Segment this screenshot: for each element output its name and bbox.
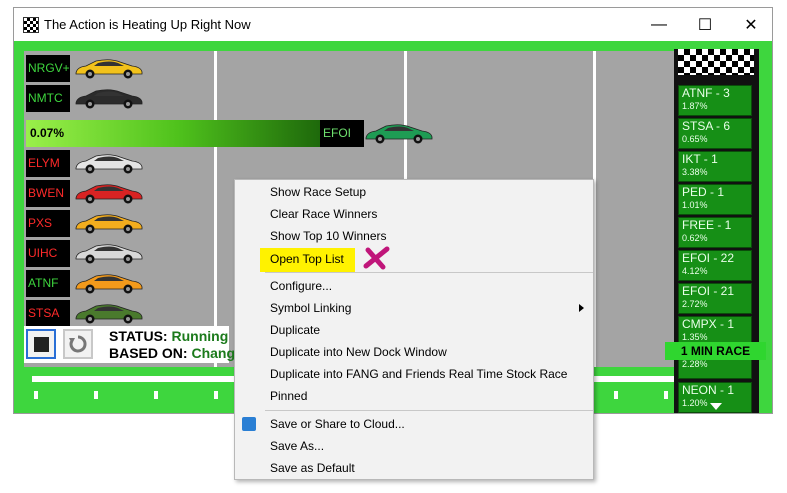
leader-symbol[interactable]: EFOI: [320, 120, 364, 147]
winner-cell[interactable]: PED - 1 1.01%: [678, 184, 752, 215]
status-value: Running: [171, 328, 229, 344]
checkered-flag-icon: [23, 17, 39, 33]
road-dash: [664, 391, 668, 399]
race-car: [74, 153, 144, 175]
stop-button[interactable]: [26, 329, 56, 359]
leader-progress-bar: 0.07% EFOI: [26, 120, 364, 147]
lane-label-stsa[interactable]: STSA: [26, 300, 70, 327]
menu-item-clear-race-winners[interactable]: Clear Race Winners: [270, 207, 377, 221]
reset-button[interactable]: [63, 329, 93, 359]
status-line: STATUS: Running: [109, 328, 228, 344]
cloud-share-icon: [242, 417, 256, 431]
menu-item-save-as[interactable]: Save As...: [270, 439, 324, 453]
maximize-button[interactable]: ☐: [682, 8, 728, 41]
lane-label-pxs[interactable]: PXS: [26, 210, 70, 237]
race-duration-badge: 1 MIN RACE: [665, 342, 766, 360]
context-menu: Show Race Setup Clear Race Winners Show …: [234, 179, 594, 480]
menu-item-duplicate-dock[interactable]: Duplicate into New Dock Window: [270, 345, 447, 359]
menu-item-save-as-default[interactable]: Save as Default: [270, 461, 355, 475]
scroll-down-arrow-icon[interactable]: [710, 403, 722, 410]
track-line: [214, 51, 217, 367]
winner-cell[interactable]: EFOI - 21 2.72%: [678, 283, 752, 314]
menu-item-duplicate-fang[interactable]: Duplicate into FANG and Friends Real Tim…: [270, 367, 567, 381]
close-icon: ✕: [744, 16, 758, 34]
submenu-arrow-icon: [579, 304, 584, 312]
window-title: The Action is Heating Up Right Now: [44, 17, 251, 32]
race-car-leader: [364, 123, 434, 145]
race-car: [74, 243, 144, 265]
status-label: STATUS:: [109, 328, 168, 344]
based-on-value: Chang: [191, 345, 236, 361]
road-dash: [154, 391, 158, 399]
menu-item-duplicate[interactable]: Duplicate: [270, 323, 320, 337]
lane-label-atnf[interactable]: ATNF: [26, 270, 70, 297]
lane-label-bwen[interactable]: BWEN: [26, 180, 70, 207]
title-bar: The Action is Heating Up Right Now — ☐ ✕: [14, 8, 772, 41]
road-dash: [34, 391, 38, 399]
menu-item-open-top-list[interactable]: Open Top List: [270, 252, 344, 266]
lane-label-elym[interactable]: ELYM: [26, 150, 70, 177]
race-car: [74, 273, 144, 295]
menu-item-save-share-cloud[interactable]: Save or Share to Cloud...: [270, 417, 405, 431]
menu-separator: [265, 410, 593, 411]
based-on-line: BASED ON: Chang: [109, 345, 235, 361]
road-dash: [214, 391, 218, 399]
minimize-icon: —: [651, 15, 667, 33]
road-dash: [614, 391, 618, 399]
reset-icon: [69, 335, 87, 353]
menu-item-show-top-10[interactable]: Show Top 10 Winners: [270, 229, 387, 243]
close-button[interactable]: ✕: [728, 8, 774, 41]
leader-percent: 0.07%: [30, 126, 65, 140]
race-car: [74, 303, 144, 325]
menu-item-configure[interactable]: Configure...: [270, 279, 332, 293]
winner-cell[interactable]: STSA - 6 0.65%: [678, 118, 752, 149]
annotation-x-mark-icon: [363, 246, 390, 270]
road-dash: [94, 391, 98, 399]
menu-item-pinned[interactable]: Pinned: [270, 389, 307, 403]
checkered-flag: [678, 49, 754, 75]
winner-cell[interactable]: ATNF - 3 1.87%: [678, 85, 752, 116]
winner-cell[interactable]: EFOI - 22 4.12%: [678, 250, 752, 281]
lane-label-nrgv[interactable]: NRGV+: [26, 55, 70, 82]
menu-separator: [265, 272, 593, 273]
minimize-button[interactable]: —: [636, 8, 682, 41]
menu-item-symbol-linking[interactable]: Symbol Linking: [270, 301, 351, 315]
winner-cell[interactable]: IKT - 1 3.38%: [678, 151, 752, 182]
based-on-label: BASED ON:: [109, 345, 188, 361]
stop-icon: [33, 336, 49, 352]
race-car: [74, 213, 144, 235]
race-car: [74, 183, 144, 205]
lane-label-uihc[interactable]: UIHC: [26, 240, 70, 267]
maximize-icon: ☐: [697, 16, 713, 34]
menu-item-show-race-setup[interactable]: Show Race Setup: [270, 185, 366, 199]
lane-label-nmtc[interactable]: NMTC: [26, 85, 70, 112]
race-car: [74, 58, 144, 80]
winner-cell[interactable]: FREE - 1 0.62%: [678, 217, 752, 248]
race-car: [74, 88, 144, 110]
race-controls: STATUS: Running BASED ON: Chang: [24, 326, 235, 363]
